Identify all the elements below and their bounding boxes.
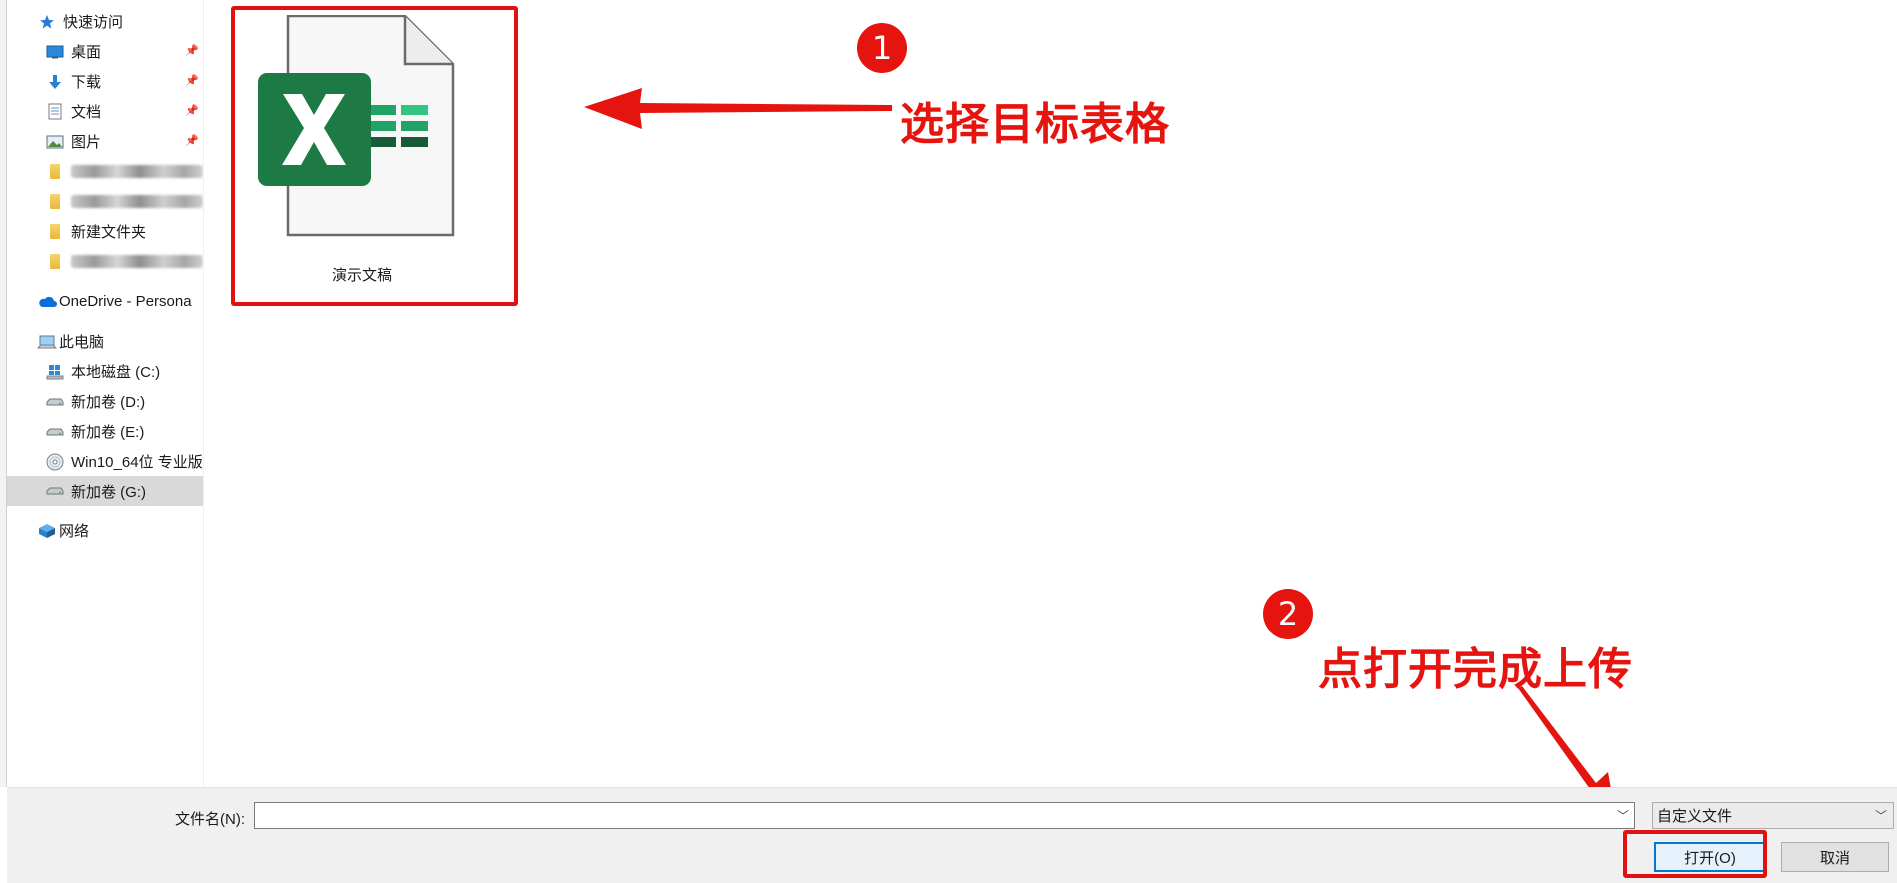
nav-label: 文档 bbox=[71, 104, 102, 121]
onedrive-cloud-icon bbox=[37, 292, 57, 312]
file-type-filter[interactable]: 自定义文件 ﹀ bbox=[1652, 802, 1894, 829]
nav-label: 网络 bbox=[59, 523, 90, 540]
drive-icon bbox=[45, 392, 65, 412]
chevron-down-icon[interactable]: ﹀ bbox=[1612, 803, 1634, 828]
nav-label: 新加卷 (E:) bbox=[71, 424, 145, 441]
nav-drive-d[interactable]: 新加卷 (D:) bbox=[45, 387, 203, 416]
nav-label: 新建文件夹 bbox=[71, 224, 147, 241]
nav-onedrive[interactable]: OneDrive - Persona bbox=[37, 287, 203, 316]
nav-this-pc[interactable]: 此电脑 bbox=[37, 327, 203, 356]
nav-network[interactable]: 网络 bbox=[37, 516, 203, 545]
nav-drive-g[interactable]: 新加卷 (G:) bbox=[7, 476, 203, 506]
windows-drive-icon bbox=[45, 362, 65, 382]
nav-quick-access[interactable]: 快速访问 bbox=[37, 7, 203, 36]
folder-icon bbox=[45, 192, 65, 212]
nav-item-new-folder[interactable]: 新建文件夹 bbox=[45, 217, 203, 246]
step2-badge: 2 bbox=[1263, 589, 1313, 639]
nav-item-folder-blurred-1[interactable] bbox=[45, 157, 203, 186]
pin-icon: 📌 bbox=[185, 135, 199, 147]
arrow-left-icon bbox=[584, 88, 892, 129]
nav-label: 此电脑 bbox=[59, 334, 105, 351]
folder-icon bbox=[45, 162, 65, 182]
navigation-pane: 快速访问 桌面 📌 下载 📌 文档 📌 图片 📌 新建文件夹 OneDrive … bbox=[7, 0, 204, 787]
filename-input[interactable]: ﹀ bbox=[254, 802, 1635, 829]
redacted-label bbox=[71, 195, 203, 208]
cancel-button[interactable]: 取消 bbox=[1781, 842, 1889, 872]
pictures-icon bbox=[45, 132, 65, 152]
redacted-label bbox=[71, 165, 203, 178]
nav-label: 新加卷 (G:) bbox=[71, 483, 146, 501]
nav-item-folder-blurred-2[interactable] bbox=[45, 187, 203, 216]
network-icon bbox=[37, 521, 57, 541]
pin-icon: 📌 bbox=[185, 105, 199, 117]
nav-item-documents[interactable]: 文档 📌 bbox=[45, 97, 203, 126]
highlight-open-button bbox=[1623, 830, 1767, 878]
desktop-icon bbox=[45, 42, 65, 62]
pin-icon: 📌 bbox=[185, 75, 199, 87]
download-icon bbox=[45, 72, 65, 92]
star-icon bbox=[37, 12, 57, 32]
nav-dvd-drive[interactable]: Win10_64位 专业版 bbox=[45, 447, 203, 476]
filename-label: 文件名(N): bbox=[175, 811, 245, 828]
highlight-file-box bbox=[231, 6, 518, 306]
nav-drive-e[interactable]: 新加卷 (E:) bbox=[45, 417, 203, 446]
redacted-label bbox=[71, 255, 203, 268]
drive-icon bbox=[45, 422, 65, 442]
nav-drive-c[interactable]: 本地磁盘 (C:) bbox=[45, 357, 203, 386]
nav-item-pictures[interactable]: 图片 📌 bbox=[45, 127, 203, 156]
folder-icon bbox=[45, 222, 65, 242]
nav-label: OneDrive - Persona bbox=[59, 293, 192, 310]
nav-label: 新加卷 (D:) bbox=[71, 394, 146, 411]
drive-icon bbox=[45, 481, 65, 501]
nav-item-downloads[interactable]: 下载 📌 bbox=[45, 67, 203, 96]
nav-item-desktop[interactable]: 桌面 📌 bbox=[45, 37, 203, 66]
nav-item-folder-blurred-3[interactable] bbox=[45, 247, 203, 276]
document-icon bbox=[45, 102, 65, 122]
step1-callout: 选择目标表格 bbox=[900, 99, 1170, 150]
nav-label: 本地磁盘 (C:) bbox=[71, 364, 161, 381]
nav-label: 下载 bbox=[71, 74, 102, 91]
computer-icon bbox=[37, 332, 57, 352]
nav-label: 快速访问 bbox=[63, 14, 124, 31]
filter-value: 自定义文件 bbox=[1657, 808, 1733, 825]
step1-badge: 1 bbox=[857, 23, 907, 73]
folder-icon bbox=[45, 252, 65, 272]
nav-label: 桌面 bbox=[71, 44, 102, 61]
pin-icon: 📌 bbox=[185, 45, 199, 57]
dvd-icon bbox=[45, 452, 65, 472]
nav-label: 图片 bbox=[71, 134, 102, 151]
window-frame-left bbox=[0, 0, 7, 787]
chevron-down-icon[interactable]: ﹀ bbox=[1875, 807, 1887, 824]
nav-label: Win10_64位 专业版 bbox=[71, 454, 203, 471]
dialog-footer: 文件名(N): ﹀ 自定义文件 ﹀ 打开(O) 取消 bbox=[7, 787, 1897, 883]
